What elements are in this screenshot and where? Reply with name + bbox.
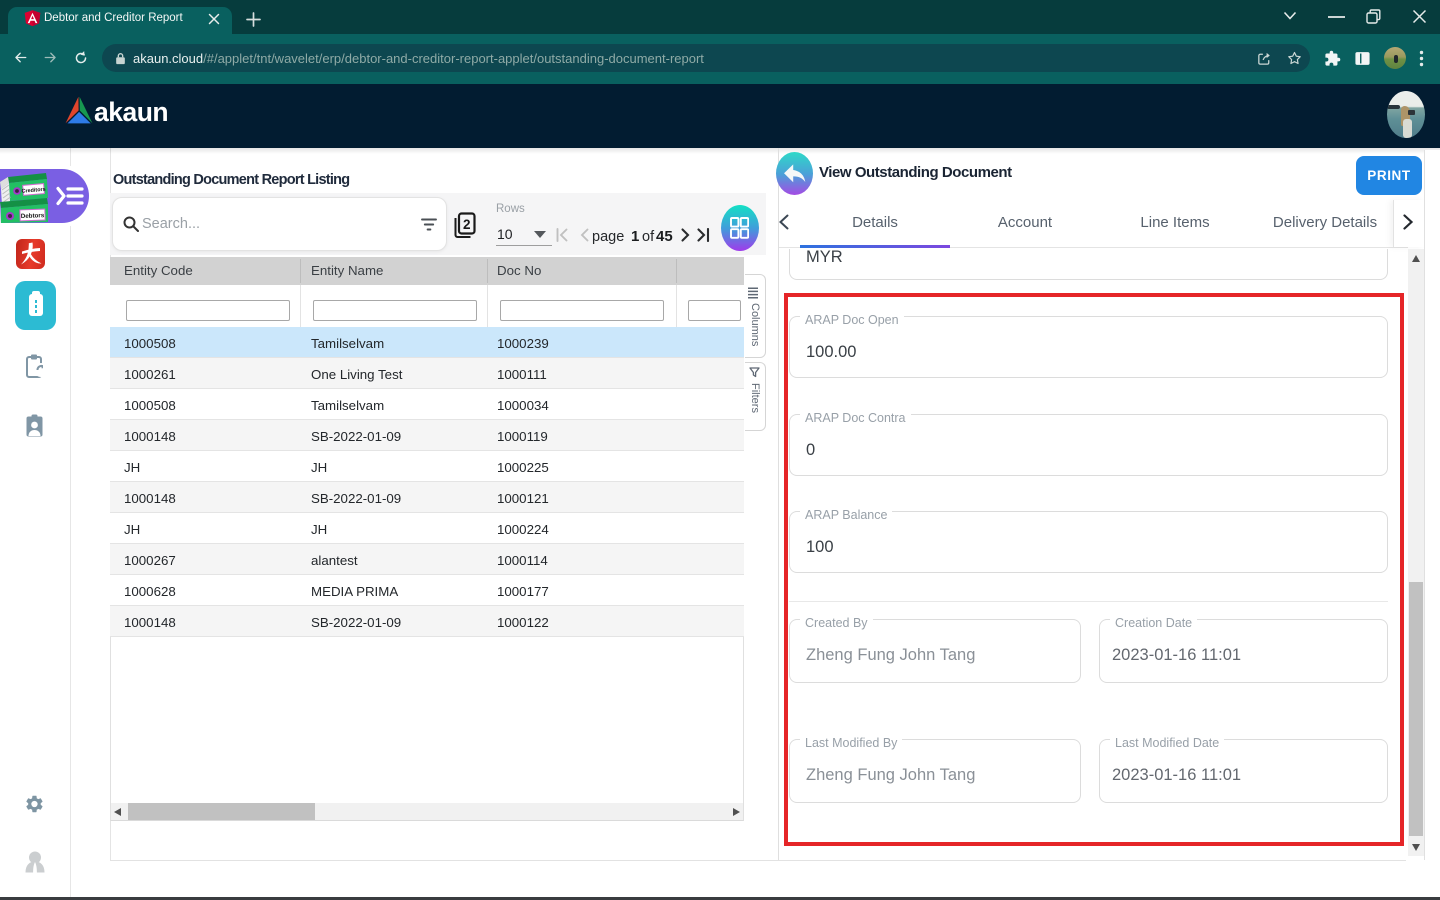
svg-text:Debtors: Debtors: [21, 212, 45, 220]
svg-text:2: 2: [463, 217, 471, 232]
